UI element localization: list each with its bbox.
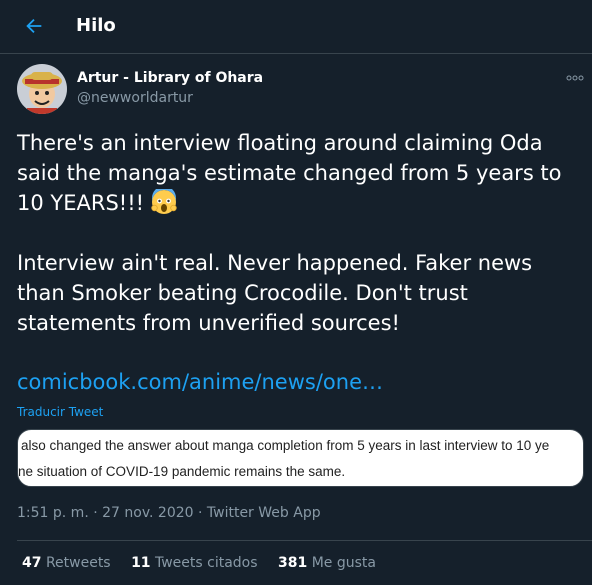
likes-label: Me gusta [311, 555, 376, 571]
avatar-icon [17, 64, 67, 114]
tweet-paragraph-2: Interview ain't real. Never happened. Fa… [17, 251, 539, 335]
retweets-label: Retweets [45, 555, 111, 571]
arrow-left-icon [26, 18, 42, 34]
divider [17, 540, 592, 541]
tweet-paragraph-1: There's an interview floating around cla… [17, 131, 569, 215]
retweets-stat[interactable]: 47 Retweets [22, 555, 111, 571]
image-text-line: ne situation of COVID-19 pandemic remain… [18, 464, 346, 479]
quote-tweets-count: 11 [131, 555, 151, 571]
page-title: Hilo [76, 15, 116, 36]
more-options-button[interactable] [560, 68, 590, 88]
image-text-line: also changed the answer about manga comp… [21, 438, 550, 453]
face-screaming-in-fear-emoji [151, 186, 177, 215]
translate-tweet-link[interactable]: Traducir Tweet [17, 405, 103, 419]
article-link[interactable]: comicbook.com/anime/news/one… [17, 370, 383, 394]
author-name[interactable]: Artur - Library of Ohara [77, 70, 263, 86]
thread-header: Hilo [0, 0, 592, 54]
likes-stat[interactable]: 381 Me gusta [278, 555, 376, 571]
quote-tweets-stat[interactable]: 11 Tweets citados [131, 555, 257, 571]
tweet-stats: 47 Retweets 11 Tweets citados 381 Me gus… [22, 555, 392, 571]
quote-tweets-label: Tweets citados [155, 555, 258, 571]
avatar[interactable] [17, 64, 67, 114]
tweet-text: There's an interview floating around cla… [17, 128, 582, 338]
likes-count: 381 [278, 555, 308, 571]
tweet-timestamp[interactable]: 1:51 p. m. · 27 nov. 2020 · Twitter Web … [17, 505, 321, 521]
back-button[interactable] [16, 8, 52, 44]
retweets-count: 47 [22, 555, 42, 571]
author-handle[interactable]: @newworldartur [77, 90, 193, 106]
attached-image[interactable]: also changed the answer about manga comp… [17, 429, 584, 487]
more-horizontal-icon [566, 75, 584, 81]
